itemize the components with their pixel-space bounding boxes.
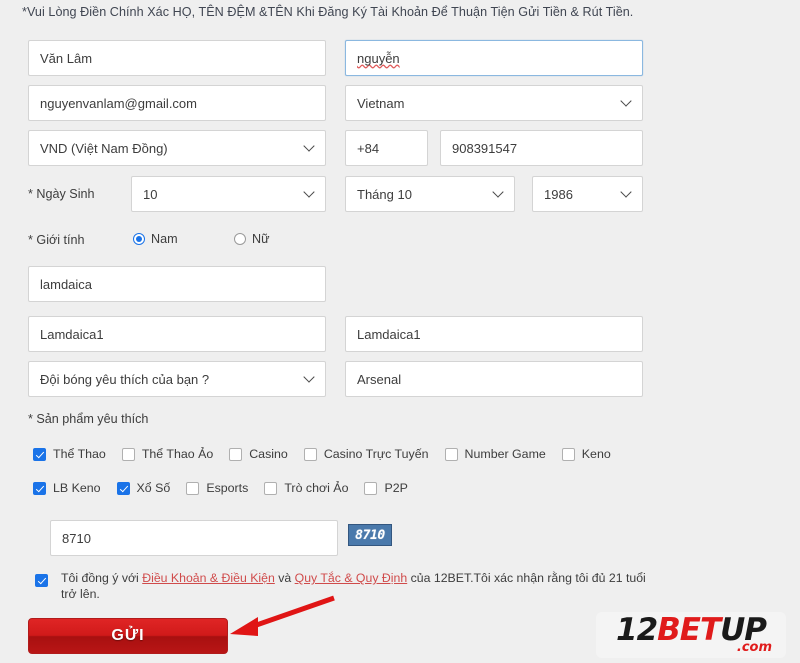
checkbox-unchecked-icon [364,481,378,495]
product-label: P2P [384,481,408,495]
product-checkbox-casino[interactable]: Casino [229,447,288,461]
product-label: Keno [581,447,611,461]
terms-text: Tôi đồng ý với Điều Khoản & Điều Kiện và… [61,570,647,602]
logo-part-bet: BET [657,612,721,648]
product-label: LB Keno [53,481,101,495]
last-name-value: Văn Lâm [40,50,93,66]
product-label: Number Game [464,447,546,461]
chevron-down-icon [622,97,631,106]
checkbox-checked-icon [33,447,46,461]
terms-checkbox[interactable] [35,574,48,587]
product-checkbox-casino-truc-tuyen[interactable]: Casino Trực Tuyến [303,447,429,461]
security-question-select[interactable]: Đội bóng yêu thích của bạn ? [28,361,326,397]
logo-dotcom: .com [736,640,772,655]
currency-value: VND (Việt Nam Đồng) [40,140,168,156]
terms-part1: Tôi đồng ý với [61,571,143,585]
checkbox-unchecked-icon [303,447,317,461]
radio-selected-icon [133,233,145,245]
captcha-image[interactable]: 8710 [348,524,392,546]
phone-code-input[interactable]: +84 [345,130,428,166]
gender-option-label: Nữ [252,232,270,246]
dob-year-select[interactable]: 1986 [532,176,643,212]
dob-month-select[interactable]: Tháng 10 [345,176,515,212]
first-name-value: nguyễn [357,50,400,66]
products-row-2: LB Keno Xổ Số Esports Trò chơi Ảo P2P [33,481,424,495]
security-question-value: Đội bóng yêu thích của bạn ? [40,371,210,387]
checkbox-checked-icon [33,481,46,495]
gender-radio-nu[interactable]: Nữ [234,232,270,246]
dob-year-value: 1986 [544,186,573,202]
product-label: Thể Thao [53,447,106,461]
chevron-down-icon [622,188,631,197]
confirm-password-value: Lamdaica1 [357,326,421,342]
dob-label: * Ngày Sinh [28,187,95,201]
checkbox-unchecked-icon [444,447,458,461]
gender-radio-nam[interactable]: Nam [133,232,178,246]
chevron-down-icon [494,188,503,197]
country-select[interactable]: Vietnam [345,85,643,121]
product-label: Esports [206,481,249,495]
product-label: Thể Thao Ảo [141,447,214,461]
terms-part2: và [274,571,295,585]
registration-form-page: *Vui Lòng Điền Chính Xác HỌ, TÊN ĐỆM &TÊ… [0,0,800,663]
product-checkbox-the-thao[interactable]: Thể Thao [33,447,106,461]
product-checkbox-keno[interactable]: Keno [561,447,611,461]
country-value: Vietnam [357,95,405,111]
confirm-password-input[interactable]: Lamdaica1 [345,316,643,352]
phone-code-value: +84 [357,140,380,156]
product-label: Trò chơi Ảo [284,481,349,495]
terms-link-conditions[interactable]: Điều Khoản & Điều Kiện [142,571,275,585]
product-label: Casino Trực Tuyến [323,447,429,461]
submit-button[interactable]: GỬI [28,618,228,654]
gender-option-label: Nam [151,232,178,246]
email-input[interactable]: nguyenvanlam@gmail.com [28,85,326,121]
password-value: Lamdaica1 [40,326,104,342]
product-checkbox-number-game[interactable]: Number Game [444,447,546,461]
product-label: Xổ Số [136,481,171,495]
product-checkbox-p2p[interactable]: P2P [364,481,408,495]
chevron-down-icon [305,142,314,151]
phone-number-input[interactable]: 908391547 [440,130,643,166]
checkbox-unchecked-icon [186,481,200,495]
phone-number-value: 908391547 [452,140,518,156]
products-label: * Sản phẩm yêu thích [28,412,149,426]
gender-label: * Giới tính [28,233,85,247]
chevron-down-icon [305,373,314,382]
username-value: lamdaica [40,276,93,292]
username-input[interactable]: lamdaica [28,266,326,302]
site-logo: 12BETUP .com [596,612,786,658]
password-input[interactable]: Lamdaica1 [28,316,326,352]
terms-agreement: Tôi đồng ý với Điều Khoản & Điều Kiện và… [35,570,647,602]
checkbox-unchecked-icon [121,447,135,461]
products-row-1: Thể Thao Thể Thao Ảo Casino Casino Trực … [33,447,627,461]
email-value: nguyenvanlam@gmail.com [40,95,197,111]
dob-month-value: Tháng 10 [357,186,412,202]
product-checkbox-tro-choi-ao[interactable]: Trò chơi Ảo [264,481,348,495]
currency-select[interactable]: VND (Việt Nam Đồng) [28,130,326,166]
captcha-input-value: 8710 [62,530,91,546]
security-answer-value: Arsenal [357,371,402,387]
checkbox-unchecked-icon [561,447,575,461]
product-checkbox-the-thao-ao[interactable]: Thể Thao Ảo [121,447,214,461]
checkbox-unchecked-icon [229,447,243,461]
radio-unselected-icon [234,233,246,245]
captcha-input[interactable]: 8710 [50,520,338,556]
first-name-input[interactable]: nguyễn [345,40,643,76]
security-answer-input[interactable]: Arsenal [345,361,643,397]
product-checkbox-xo-so[interactable]: Xổ Số [116,481,171,495]
terms-link-rules[interactable]: Quy Tắc & Quy Định [295,571,408,585]
last-name-input[interactable]: Văn Lâm [28,40,326,76]
dob-day-select[interactable]: 10 [131,176,326,212]
product-label: Casino [249,447,288,461]
checkbox-checked-icon [116,481,130,495]
chevron-down-icon [305,188,314,197]
checkbox-unchecked-icon [264,481,278,495]
product-checkbox-lb-keno[interactable]: LB Keno [33,481,101,495]
logo-part-12: 12 [616,612,658,648]
form-notice: *Vui Lòng Điền Chính Xác HỌ, TÊN ĐỆM &TÊ… [22,5,634,19]
dob-day-value: 10 [143,186,158,202]
product-checkbox-esports[interactable]: Esports [186,481,248,495]
